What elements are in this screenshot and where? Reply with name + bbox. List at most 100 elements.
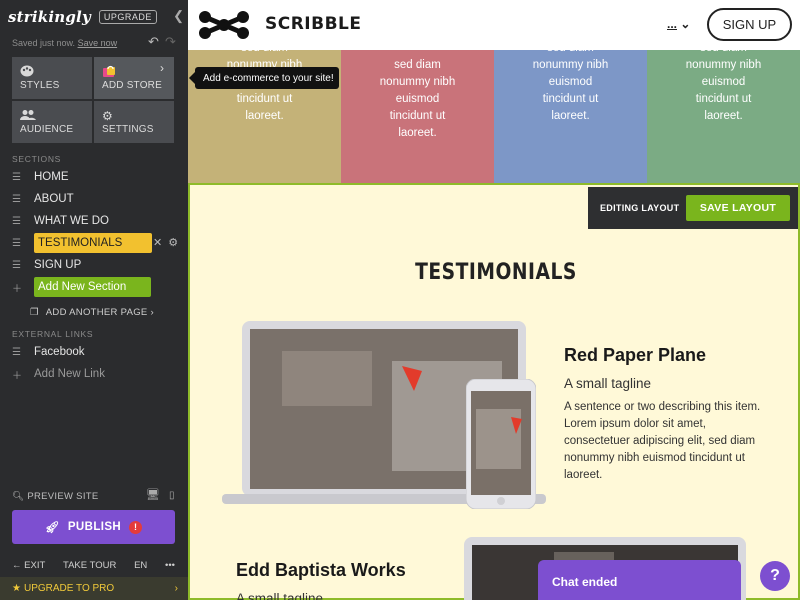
drag-handle-icon[interactable]: ☰ xyxy=(12,216,24,227)
column-text-line: euismod xyxy=(548,76,593,88)
logo-row: strikingly UPGRADE xyxy=(8,6,157,28)
publish-button[interactable]: 🚀︎ PUBLISH ! xyxy=(12,510,175,544)
section-title[interactable]: TESTIMONIALS xyxy=(236,260,756,285)
external-link-facebook[interactable]: ☰ Facebook xyxy=(12,342,172,362)
column-text-line: tincidunt ut xyxy=(695,93,752,105)
layout-edit-bar: EDITING LAYOUT SAVE LAYOUT xyxy=(588,187,798,229)
exit-button[interactable]: ← EXIT xyxy=(12,560,45,571)
settings-tile[interactable]: ⚙ SETTINGS xyxy=(94,101,174,143)
column-text-line: laoreet. xyxy=(398,127,437,139)
upgrade-badge[interactable]: UPGRADE xyxy=(98,10,157,24)
testimonial-title[interactable]: Edd Baptista Works xyxy=(236,560,406,581)
external-links-heading: EXTERNAL LINKS xyxy=(12,329,94,339)
editing-layout-label: EDITING LAYOUT xyxy=(600,203,680,213)
section-item-about[interactable]: ☰ ABOUT xyxy=(12,189,172,209)
add-page-label: ADD ANOTHER PAGE xyxy=(45,307,148,318)
testimonial-card: Red Paper Plane A small tagline A senten… xyxy=(564,345,764,484)
chevron-right-icon: › xyxy=(174,583,178,594)
tool-tiles: STYLES › ADD STORE AUDIENCE ⚙ SETTINGS xyxy=(12,57,175,143)
section-tools: ✕ ⚙ xyxy=(153,236,178,249)
scribble-logo-icon xyxy=(199,11,249,39)
section-label: SIGN UP xyxy=(34,259,82,271)
add-new-link[interactable]: ＋ Add New Link xyxy=(12,364,172,384)
nav-more-menu[interactable]: ... ⌄ xyxy=(667,17,690,31)
section-label: WHAT WE DO xyxy=(34,215,109,227)
section-item-home[interactable]: ☰ HOME xyxy=(12,167,172,187)
pages-icon: ❐ xyxy=(30,307,39,318)
chevron-down-icon: ⌄ xyxy=(680,17,691,31)
sidebar-footer: ← EXIT TAKE TOUR EN ••• xyxy=(12,560,175,571)
testimonial-tagline[interactable]: A small tagline xyxy=(564,376,764,391)
testimonials-section[interactable]: EDITING LAYOUT SAVE LAYOUT TESTIMONIALS xyxy=(188,183,800,600)
star-icon: ★ xyxy=(12,583,21,594)
section-label: HOME xyxy=(34,171,69,183)
chevron-right-icon: › xyxy=(150,307,154,318)
testimonial-tagline[interactable]: A small tagline xyxy=(236,591,406,600)
drag-handle-icon[interactable]: ☰ xyxy=(12,347,24,358)
saved-text: Saved just now. xyxy=(12,38,76,48)
exit-label: EXIT xyxy=(24,560,46,571)
section-item-what-we-do[interactable]: ☰ WHAT WE DO xyxy=(12,211,172,231)
add-new-section[interactable]: ＋ Add New Section xyxy=(12,277,172,297)
audience-label: AUDIENCE xyxy=(20,124,74,135)
publish-label: PUBLISH xyxy=(67,521,122,533)
mobile-icon[interactable]: ▯ xyxy=(169,490,175,501)
editor-sidebar: strikingly UPGRADE ❮ Saved just now. Sav… xyxy=(0,0,188,600)
site-brand-name[interactable]: SCRIBBLE xyxy=(265,14,362,34)
gear-icon: ⚙ xyxy=(102,109,113,123)
audience-tile[interactable]: AUDIENCE xyxy=(12,101,92,143)
language-button[interactable]: EN xyxy=(134,560,147,571)
plus-icon: ＋ xyxy=(12,370,22,382)
styles-label: STYLES xyxy=(20,80,60,91)
column-text-line: tincidunt ut xyxy=(236,93,293,105)
device-toggle: 🖥︎ ▯ xyxy=(146,488,175,501)
header-signup-button[interactable]: SIGN UP xyxy=(707,8,792,41)
save-now-link[interactable]: Save now xyxy=(78,38,118,48)
chat-help-button[interactable]: ? xyxy=(760,561,790,591)
column-text-line: laoreet. xyxy=(551,110,590,122)
search-icon: 🔍︎ xyxy=(12,491,25,502)
styles-tile[interactable]: STYLES xyxy=(12,57,92,99)
add-store-tooltip: Add e-commerce to your site! xyxy=(189,67,339,89)
add-store-tile[interactable]: › ADD STORE xyxy=(94,57,174,99)
phone-image[interactable] xyxy=(466,379,536,509)
close-icon[interactable]: ✕ xyxy=(153,237,162,249)
testimonial-title[interactable]: Red Paper Plane xyxy=(564,345,764,366)
chat-widget[interactable]: Chat ended xyxy=(538,560,741,600)
more-menu-icon[interactable]: ••• xyxy=(165,560,175,571)
add-link-label: Add New Link xyxy=(34,368,105,380)
add-section-label: Add New Section xyxy=(34,277,151,297)
drag-handle-icon[interactable]: ☰ xyxy=(12,238,24,249)
gear-icon[interactable]: ⚙ xyxy=(168,237,178,249)
drag-handle-icon[interactable]: ☰ xyxy=(12,194,24,205)
upgrade-to-pro-bar[interactable]: ★ UPGRADE TO PRO › xyxy=(0,577,188,600)
drag-handle-icon[interactable]: ☰ xyxy=(12,172,24,183)
add-store-label: ADD STORE xyxy=(102,80,162,91)
save-layout-button[interactable]: SAVE LAYOUT xyxy=(686,195,790,221)
section-item-testimonials[interactable]: ☰ TESTIMONIALS xyxy=(12,233,172,253)
column-text-line: nonummy nibh xyxy=(379,76,456,88)
site-preview: sed diam nonummy nibh euismod tincidunt ut l… xyxy=(188,0,800,600)
column-text-line: nonummy nibh xyxy=(532,59,609,71)
testimonial-body[interactable]: A sentence or two describing this item. … xyxy=(564,399,764,484)
drag-handle-icon[interactable]: ☰ xyxy=(12,260,24,271)
section-label-active: TESTIMONIALS xyxy=(34,233,152,253)
site-header: SCRIBBLE ... ⌄ SIGN UP xyxy=(188,0,800,50)
add-another-page-link[interactable]: ❐ ADD ANOTHER PAGE › xyxy=(30,307,154,318)
save-status: Saved just now. Save now xyxy=(12,38,117,48)
app-root: strikingly UPGRADE ❮ Saved just now. Sav… xyxy=(0,0,800,600)
column-text-line: laoreet. xyxy=(704,110,743,122)
desktop-icon[interactable]: 🖥︎ xyxy=(146,489,160,501)
arrow-left-icon: ← xyxy=(12,560,22,571)
column-text-line: laoreet. xyxy=(245,110,284,122)
undo-icon[interactable]: ↶ xyxy=(148,34,159,50)
palette-icon xyxy=(20,65,34,80)
preview-label: PREVIEW SITE xyxy=(27,491,99,502)
redo-icon[interactable]: ↷ xyxy=(165,34,176,50)
take-tour-button[interactable]: TAKE TOUR xyxy=(63,560,116,571)
collapse-sidebar-icon[interactable]: ❮ xyxy=(173,8,184,24)
plus-icon: ＋ xyxy=(12,283,22,295)
preview-site-link[interactable]: 🔍︎ PREVIEW SITE xyxy=(12,491,99,502)
section-item-sign-up[interactable]: ☰ SIGN UP xyxy=(12,255,172,275)
store-bag-icon xyxy=(102,65,116,81)
